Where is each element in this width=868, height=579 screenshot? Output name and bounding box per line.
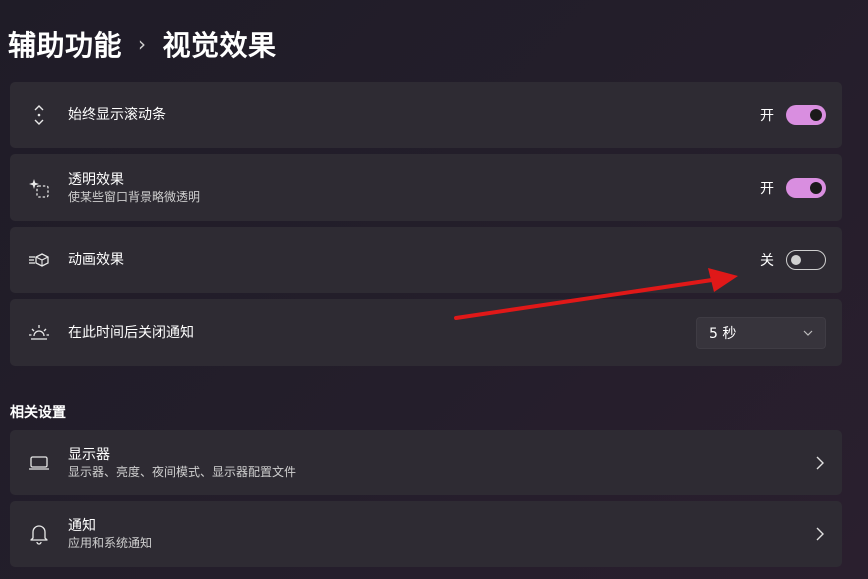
setting-title: 在此时间后关闭通知 (68, 324, 194, 341)
setting-title: 动画效果 (68, 252, 124, 268)
chevron-right-icon (816, 456, 824, 470)
breadcrumb-separator: › (138, 32, 147, 56)
animation-toggle[interactable] (786, 250, 826, 270)
notification-duration-dropdown[interactable]: 5 秒 (696, 316, 826, 349)
setting-always-show-scrollbars: 始终显示滚动条 开 (10, 82, 842, 148)
breadcrumb-parent[interactable]: 辅助功能 (8, 24, 122, 64)
scrollbar-toggle[interactable] (786, 105, 826, 125)
related-item-subtitle: 应用和系统通知 (68, 536, 153, 550)
chevron-down-icon (803, 330, 813, 336)
dropdown-value: 5 秒 (709, 325, 737, 342)
page-title: 视觉效果 (162, 29, 277, 62)
setting-title: 始终显示滚动条 (68, 107, 166, 123)
display-icon (28, 452, 50, 474)
setting-subtitle: 使某些窗口背景略微透明 (68, 189, 201, 204)
setting-title: 透明效果 (68, 171, 124, 188)
animation-icon (28, 249, 50, 271)
related-item-subtitle: 显示器、亮度、夜间模式、显示器配置文件 (68, 464, 297, 479)
brightness-icon (28, 322, 50, 344)
bell-icon (28, 523, 50, 545)
setting-dismiss-notifications: 在此时间后关闭通知 5 秒 (10, 299, 842, 366)
transparency-icon (28, 177, 50, 199)
scrollbar-icon (28, 104, 50, 126)
toggle-state-label: 关 (760, 253, 774, 269)
related-settings-heading: 相关设置 (10, 405, 66, 421)
setting-transparency-effects: 透明效果 使某些窗口背景略微透明 开 (10, 154, 842, 221)
related-item-title: 显示器 (68, 446, 110, 463)
toggle-knob (791, 255, 801, 265)
toggle-state-label: 开 (760, 108, 774, 124)
setting-animation-effects: 动画效果 关 (10, 227, 842, 293)
related-item-title: 通知 (68, 518, 96, 534)
related-item-notifications[interactable]: 通知 应用和系统通知 (10, 501, 842, 567)
toggle-knob (810, 181, 822, 194)
chevron-right-icon (816, 527, 824, 541)
transparency-toggle[interactable] (786, 177, 826, 198)
related-item-display[interactable]: 显示器 显示器、亮度、夜间模式、显示器配置文件 (10, 430, 842, 495)
toggle-knob (810, 109, 822, 121)
toggle-state-label: 开 (760, 180, 774, 197)
breadcrumb: 辅助功能 › 视觉效果 (8, 24, 277, 64)
